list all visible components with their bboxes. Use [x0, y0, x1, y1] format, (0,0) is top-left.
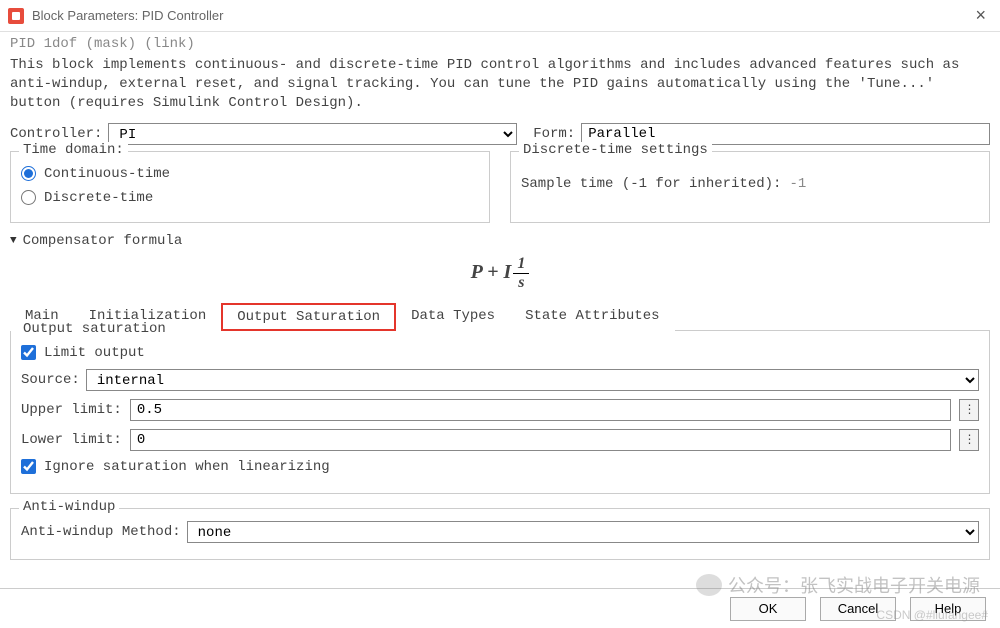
source-select[interactable]: internal	[86, 369, 979, 391]
compensator-label: Compensator formula	[23, 233, 183, 249]
discrete-time-radio[interactable]	[21, 190, 36, 205]
ignore-saturation-label: Ignore saturation when linearizing	[44, 459, 330, 475]
discrete-time-option[interactable]: Discrete-time	[21, 190, 479, 206]
lower-limit-label: Lower limit:	[21, 432, 122, 448]
continuous-time-radio[interactable]	[21, 166, 36, 181]
mask-line: PID 1dof (mask) (link)	[10, 36, 990, 52]
dialog-content: PID 1dof (mask) (link) This block implem…	[0, 32, 1000, 588]
controller-row: Controller: PI Form:	[10, 123, 990, 145]
chevron-down-icon: ▼	[10, 235, 17, 247]
ok-button[interactable]: OK	[730, 597, 806, 621]
tab-output-saturation[interactable]: Output Saturation	[221, 303, 396, 331]
ignore-saturation-checkbox[interactable]	[21, 459, 36, 474]
output-saturation-legend: Output saturation	[19, 321, 170, 337]
settings-columns: Time domain: Continuous-time Discrete-ti…	[10, 151, 990, 223]
anti-windup-legend: Anti-windup	[19, 499, 119, 515]
close-icon[interactable]: ×	[969, 5, 992, 26]
dialog-footer: OK Cancel Help	[0, 588, 1000, 628]
output-saturation-panel: Output saturation Limit output Source: i…	[10, 331, 990, 494]
titlebar: Block Parameters: PID Controller ×	[0, 0, 1000, 32]
tab-state-attributes[interactable]: State Attributes	[510, 303, 674, 331]
source-label: Source:	[21, 372, 80, 388]
controller-label: Controller:	[10, 126, 102, 142]
lower-limit-input[interactable]	[130, 429, 951, 451]
controller-select[interactable]: PI	[108, 123, 517, 145]
compensator-formula: P + I1s	[10, 255, 990, 292]
discrete-time-label: Discrete-time	[44, 190, 153, 206]
discrete-settings-fieldset: Discrete-time settings Sample time (-1 f…	[510, 151, 990, 223]
lower-limit-more-button[interactable]: ⋮	[959, 429, 979, 451]
time-domain-fieldset: Time domain: Continuous-time Discrete-ti…	[10, 151, 490, 223]
anti-windup-panel: Anti-windup Anti-windup Method: none	[10, 508, 990, 560]
cancel-button[interactable]: Cancel	[820, 597, 896, 621]
upper-limit-more-button[interactable]: ⋮	[959, 399, 979, 421]
limit-output-label: Limit output	[44, 345, 145, 361]
anti-windup-method-label: Anti-windup Method:	[21, 524, 181, 540]
tab-data-types[interactable]: Data Types	[396, 303, 510, 331]
limit-output-checkbox[interactable]	[21, 345, 36, 360]
help-button[interactable]: Help	[910, 597, 986, 621]
form-label: Form:	[533, 126, 575, 142]
anti-windup-method-select[interactable]: none	[187, 521, 979, 543]
upper-limit-label: Upper limit:	[21, 402, 122, 418]
continuous-time-label: Continuous-time	[44, 166, 170, 182]
block-description: This block implements continuous- and di…	[10, 56, 990, 113]
continuous-time-option[interactable]: Continuous-time	[21, 166, 479, 182]
time-domain-legend: Time domain:	[19, 142, 128, 158]
compensator-header[interactable]: ▼ Compensator formula	[10, 233, 990, 249]
sample-time-value: -1	[789, 176, 806, 192]
window-title: Block Parameters: PID Controller	[32, 8, 223, 23]
app-icon	[8, 8, 24, 24]
discrete-settings-legend: Discrete-time settings	[519, 142, 712, 158]
upper-limit-input[interactable]	[130, 399, 951, 421]
sample-time-label: Sample time (-1 for inherited):	[521, 176, 781, 192]
